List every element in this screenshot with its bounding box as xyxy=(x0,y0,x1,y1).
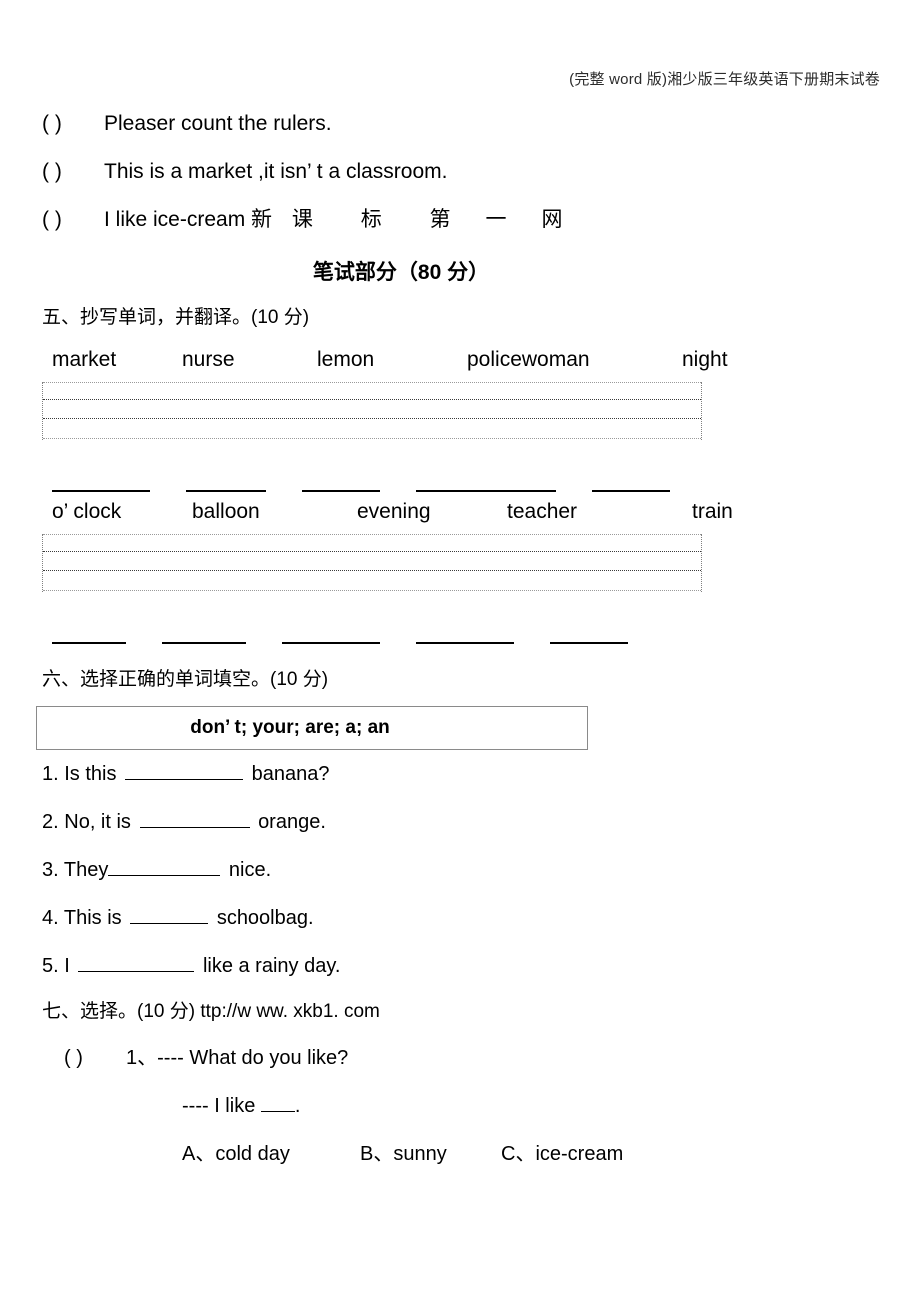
choice-answer-prefix: ---- I like xyxy=(182,1095,256,1117)
judgement-paren[interactable]: ( ) xyxy=(42,100,104,148)
item-text-after: orange. xyxy=(258,811,326,833)
answer-blank[interactable] xyxy=(52,642,126,644)
copybook-grid-2[interactable] xyxy=(42,534,702,592)
section-7-heading: 七、选择。(10 分) ttp://w ww. xkb1. com xyxy=(42,990,880,1034)
word-bank-text: don’ t; your; are; a; an xyxy=(190,717,390,738)
word-item: train xyxy=(692,500,733,523)
document-watermark-title: (完整 word 版)湘少版三年级英语下册期末试卷 xyxy=(569,71,880,88)
fill-blank-item: 2. No, it is orange. xyxy=(42,798,880,846)
answer-blank[interactable] xyxy=(282,642,380,644)
word-item: o’ clock xyxy=(52,500,122,523)
copybook-line xyxy=(43,570,701,571)
word-item: market xyxy=(52,348,117,371)
item-text-after: schoolbag. xyxy=(216,907,314,929)
judgement-text: I like ice-cream xyxy=(104,208,252,231)
word-list-row-2: o’ clock balloon evening teacher train xyxy=(42,492,880,532)
choice-number: 1、 xyxy=(126,1047,158,1069)
copybook-line xyxy=(43,382,701,383)
choice-option-b[interactable]: B、sunny xyxy=(360,1130,501,1178)
answer-blank[interactable] xyxy=(108,858,221,876)
choice-stem: ---- What do you like? xyxy=(157,1047,349,1069)
answer-blank[interactable] xyxy=(139,810,250,828)
fill-blank-item: 3. They nice. xyxy=(42,846,880,894)
choice-item: ( ) 1、---- What do you like? xyxy=(42,1034,880,1082)
choice-option-c[interactable]: C、ice-cream xyxy=(501,1130,623,1178)
word-item: night xyxy=(682,348,728,371)
translation-blank-row-1 xyxy=(42,440,880,492)
answer-blank[interactable] xyxy=(162,642,246,644)
answer-blank[interactable] xyxy=(130,906,209,924)
word-item: policewoman xyxy=(467,348,590,371)
exam-page: (完整 word 版)湘少版三年级英语下册期末试卷 ( ) Pleaser cou… xyxy=(0,0,920,1302)
copybook-line xyxy=(43,551,701,552)
copybook-grid-1[interactable] xyxy=(42,382,702,440)
item-text-after: banana? xyxy=(251,763,330,785)
fill-blank-item: 5. I like a rainy day. xyxy=(42,942,880,990)
judgement-paren[interactable]: ( ) xyxy=(42,148,104,196)
word-item: lemon xyxy=(317,348,375,371)
item-number: 2. xyxy=(42,811,59,833)
choice-answer-suffix: . xyxy=(294,1095,301,1117)
answer-blank[interactable] xyxy=(78,954,195,972)
word-item: evening xyxy=(357,500,431,523)
choice-option-a[interactable]: A、cold day xyxy=(182,1130,360,1178)
fill-blank-item: 1. Is this banana? xyxy=(42,750,880,798)
word-item: balloon xyxy=(192,500,260,523)
item-text-before: This is xyxy=(63,907,122,929)
item-text-before: I xyxy=(64,955,70,977)
page-content: ( ) Pleaser count the rulers. ( ) This is … xyxy=(36,100,880,1178)
choice-options: A、cold day B、sunny C、ice-cream xyxy=(42,1130,880,1178)
word-item: nurse xyxy=(182,348,235,371)
section-7-title: 七、选择。(10 分) xyxy=(42,1001,196,1022)
item-text-before: They xyxy=(63,859,109,881)
fill-blank-item: 4. This is schoolbag. xyxy=(42,894,880,942)
judgement-item: ( ) Pleaser count the rulers. xyxy=(42,100,880,148)
item-text-before: Is this xyxy=(64,763,117,785)
inline-watermark: 新 课 标 第 一 网 xyxy=(251,208,570,231)
copybook-line xyxy=(43,418,701,419)
written-part-title: 笔试部分（80 分） xyxy=(312,261,490,284)
item-text-before: No, it is xyxy=(64,811,131,833)
answer-blank[interactable] xyxy=(416,642,514,644)
item-number: 5. xyxy=(42,955,59,977)
judgement-text: Pleaser count the rulers. xyxy=(104,112,332,135)
judgement-paren[interactable]: ( ) xyxy=(42,196,104,244)
item-number: 3. xyxy=(42,859,59,881)
word-bank-box: don’ t; your; are; a; an xyxy=(36,706,588,750)
judgement-text: This is a market ,it isn’ t a classroom. xyxy=(104,160,448,183)
copybook-line xyxy=(43,399,701,400)
item-number: 4. xyxy=(42,907,59,929)
item-text-after: like a rainy day. xyxy=(202,955,341,977)
word-list-row-1: market nurse lemon policewoman night xyxy=(42,340,880,380)
copybook-line xyxy=(43,590,701,591)
inline-watermark: ttp://w ww. xkb1. com xyxy=(200,1001,380,1022)
item-text-after: nice. xyxy=(228,859,272,881)
answer-blank[interactable] xyxy=(550,642,628,644)
section-6-heading: 六、选择正确的单词填空。(10 分) xyxy=(42,669,329,690)
answer-blank[interactable] xyxy=(260,1094,295,1112)
section-5-heading: 五、抄写单词，并翻译。(10 分) xyxy=(42,307,310,328)
translation-blank-row-2 xyxy=(42,592,880,644)
word-item: teacher xyxy=(507,500,578,523)
copybook-line xyxy=(43,438,701,439)
choice-paren[interactable]: ( ) xyxy=(64,1034,126,1082)
judgement-item: ( ) I like ice-cream 新 课 标 第 一 网 xyxy=(42,196,880,244)
copybook-line xyxy=(43,534,701,535)
judgement-item: ( ) This is a market ,it isn’ t a classro… xyxy=(42,148,880,196)
choice-answer-line: ---- I like . xyxy=(42,1082,880,1130)
answer-blank[interactable] xyxy=(125,762,244,780)
item-number: 1. xyxy=(42,763,59,785)
